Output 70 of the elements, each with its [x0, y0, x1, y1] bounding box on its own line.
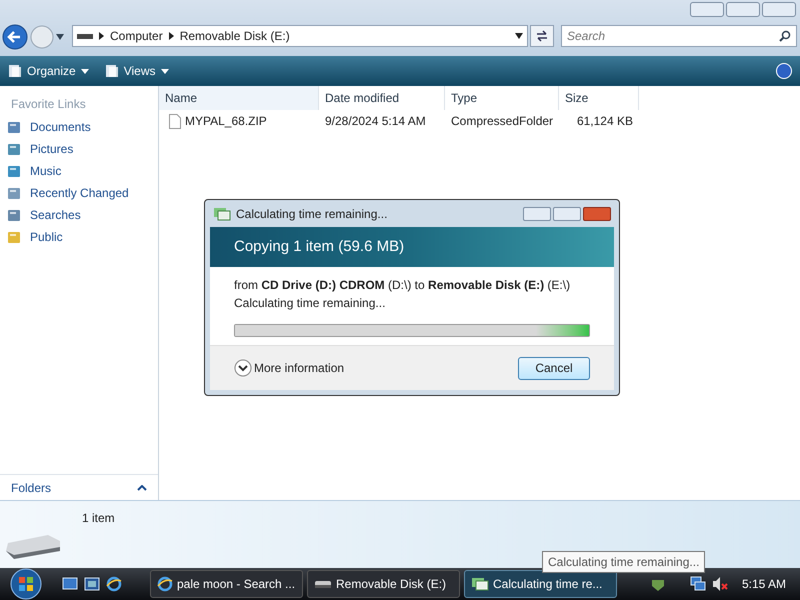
dropdown-icon: [80, 68, 89, 74]
table-cell-text: 9/28/2024 5:14 AM: [324, 113, 427, 130]
taskbar-button[interactable]: Calculating time re...: [464, 570, 617, 598]
chevron-icon: [168, 32, 174, 40]
desktop-icon[interactable]: [62, 577, 78, 591]
breadcrumb[interactable]: Removable Disk (E:): [180, 27, 290, 45]
sidebar-item[interactable]: Documents: [0, 116, 158, 138]
library-icon: [7, 164, 21, 178]
breadcrumb[interactable]: Computer: [110, 27, 163, 45]
start-icon[interactable]: [8, 568, 44, 600]
folder-icon: [7, 230, 21, 244]
library-icon: [7, 186, 21, 200]
restore-button[interactable]: [726, 2, 760, 17]
minimize-button[interactable]: [523, 206, 551, 220]
close-button[interactable]: [583, 206, 611, 220]
dropdown-icon: [160, 68, 168, 74]
chevron-icon: [99, 32, 104, 40]
library-icon: [7, 142, 21, 156]
status-text: Calculating time remaining...: [234, 295, 386, 312]
library-icon: [7, 120, 21, 134]
organize-button[interactable]: Organize: [8, 62, 89, 80]
drive-icon: [314, 578, 332, 590]
more-information-button[interactable]: More information: [234, 359, 344, 377]
views-button[interactable]: Views: [104, 62, 168, 80]
sidebar-item[interactable]: Public: [0, 226, 158, 248]
library-icon: [7, 208, 21, 222]
sidebar-title: Favorite Links: [10, 96, 87, 113]
dialog-title: Calculating time remaining...: [236, 206, 388, 222]
close-button[interactable]: [762, 2, 796, 17]
chevron-down-icon: [234, 359, 252, 377]
item-count: 1 item: [82, 510, 115, 527]
column-header[interactable]: Date modified: [319, 86, 445, 110]
sidebar-item[interactable]: Music: [0, 160, 158, 182]
address-bar[interactable]: Computer Removable Disk (E:): [72, 25, 528, 47]
cancel-button[interactable]: Cancel: [518, 356, 590, 380]
search-icon: [779, 30, 791, 42]
drive-icon: [77, 32, 93, 40]
dropdown-icon[interactable]: [56, 34, 64, 40]
chevron-up-icon: [137, 484, 147, 490]
clock[interactable]: 5:15 AM: [742, 575, 786, 593]
dropdown-icon[interactable]: [515, 33, 523, 39]
file-icon: [169, 114, 181, 128]
network-icon[interactable]: [690, 576, 706, 592]
copy-source-text: from CD Drive (D:) CDROM (D:\) to Removable Disk (E:) (E:\): [234, 277, 572, 294]
copy-icon: [471, 577, 489, 591]
muted-speaker-icon[interactable]: [712, 576, 728, 592]
column-header[interactable]: Name: [159, 86, 319, 110]
windows-icon[interactable]: [84, 577, 100, 591]
search-field[interactable]: Search: [561, 25, 797, 47]
sidebar-item[interactable]: Searches: [0, 204, 158, 226]
column-header[interactable]: Size: [559, 86, 639, 110]
refresh-icon: [535, 30, 549, 42]
refresh-button[interactable]: [530, 25, 554, 47]
column-header[interactable]: Type: [445, 86, 559, 110]
tooltip: Calculating time remaining...: [542, 551, 706, 573]
maximize-button[interactable]: [553, 206, 581, 220]
browser-icon[interactable]: [106, 576, 122, 592]
pages-icon: [8, 64, 22, 78]
sidebar-item[interactable]: Pictures: [0, 138, 158, 160]
back-icon[interactable]: [2, 24, 28, 50]
minimize-button[interactable]: [690, 2, 724, 17]
taskbar-button[interactable]: pale moon - Search ...: [150, 570, 303, 598]
copy-icon: [213, 206, 231, 220]
globe-icon: [157, 576, 173, 592]
table-cell-text: 61,124 KB: [576, 113, 634, 130]
sidebar-item[interactable]: Recently Changed: [0, 182, 158, 204]
dialog-heading: Copying 1 item (59.6 MB): [234, 236, 404, 257]
file-name[interactable]: MYPAL_68.ZIP: [185, 112, 267, 130]
table-cell-text: CompressedFolder: [450, 113, 554, 130]
taskbar-button[interactable]: Removable Disk (E:): [307, 570, 460, 598]
